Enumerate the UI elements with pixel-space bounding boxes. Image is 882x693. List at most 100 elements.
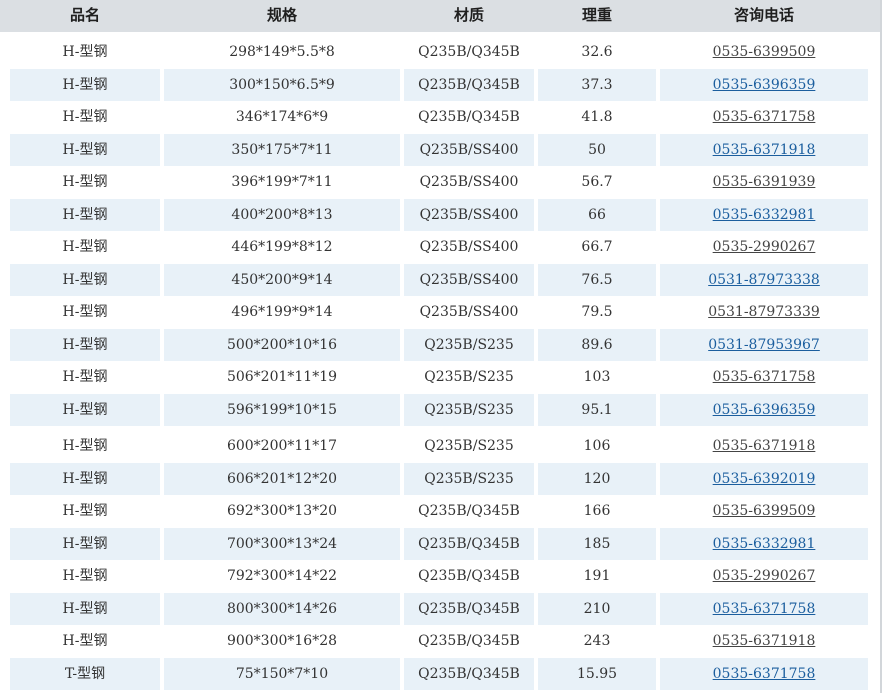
table-row: H-型钢 400*200*8*13 Q235B/SS400 66 0535-633298… xyxy=(0,199,882,231)
cell-material: Q235B/S235 xyxy=(404,329,534,361)
cell-phone: 0531-87953967 xyxy=(660,329,868,361)
phone-link[interactable]: 0535-6371918 xyxy=(713,438,816,454)
table-row: H-型钢 506*201*11*19 Q235B/S235 103 0535-63717… xyxy=(0,361,882,393)
phone-link[interactable]: 0535-6391939 xyxy=(713,174,816,190)
phone-link[interactable]: 0535-6371758 xyxy=(713,369,816,385)
table-row: H-型钢 596*199*10*15 Q235B/S235 95.1 0535-6396… xyxy=(0,394,882,426)
cell-phone: 0535-6371918 xyxy=(660,625,868,657)
cell-spec: 596*199*10*15 xyxy=(164,394,400,426)
cell-phone: 0531-87973338 xyxy=(660,264,868,296)
phone-link[interactable]: 0531-87973339 xyxy=(708,304,820,320)
phone-link[interactable]: 0535-2990267 xyxy=(713,239,816,255)
phone-link[interactable]: 0535-6371758 xyxy=(713,109,816,125)
cell-phone: 0535-6399509 xyxy=(660,495,868,527)
phone-link[interactable]: 0535-6396359 xyxy=(713,77,816,93)
phone-link[interactable]: 0535-6371918 xyxy=(713,142,816,158)
table-row: H-型钢 692*300*13*20 Q235B/Q345B 166 0535-6399… xyxy=(0,495,882,527)
cell-weight: 37.3 xyxy=(538,69,656,101)
cell-phone: 0535-6399509 xyxy=(660,36,868,68)
cell-name: H-型钢 xyxy=(10,199,160,231)
cell-name: H-型钢 xyxy=(10,329,160,361)
phone-link[interactable]: 0535-6392019 xyxy=(713,471,816,487)
cell-name: H-型钢 xyxy=(62,239,108,255)
cell-material: Q235B/Q345B xyxy=(404,593,534,625)
cell-spec: 692*300*13*20 xyxy=(226,503,338,519)
cell-material: Q235B/SS400 xyxy=(419,304,519,320)
header-name: 品名 xyxy=(69,6,100,24)
cell-material: Q235B/Q345B xyxy=(418,633,520,649)
cell-material: Q235B/S235 xyxy=(404,463,534,495)
table-row: H-型钢 350*175*7*11 Q235B/SS400 50 0535-637191… xyxy=(0,134,882,166)
cell-material: Q235B/Q345B xyxy=(418,109,520,125)
cell-phone: 0535-6371758 xyxy=(660,593,868,625)
cell-weight: 76.5 xyxy=(538,264,656,296)
cell-weight: 166 xyxy=(583,503,611,519)
table-row: H-型钢 298*149*5.5*8 Q235B/Q345B 32.6 0535-639… xyxy=(0,36,882,68)
cell-spec: 450*200*9*14 xyxy=(164,264,400,296)
cell-weight: 103 xyxy=(583,369,611,385)
cell-spec: 800*300*14*26 xyxy=(164,593,400,625)
cell-weight: 41.8 xyxy=(581,109,613,125)
cell-phone: 0535-6371758 xyxy=(660,658,868,690)
phone-link[interactable]: 0535-2990267 xyxy=(713,568,816,584)
cell-phone: 0531-87973339 xyxy=(660,296,868,328)
cell-material: Q235B/SS400 xyxy=(404,264,534,296)
phone-link[interactable]: 0531-87973338 xyxy=(708,272,820,288)
cell-name: H-型钢 xyxy=(10,593,160,625)
cell-spec: 300*150*6.5*9 xyxy=(164,69,400,101)
phone-link[interactable]: 0535-6399509 xyxy=(713,503,816,519)
cell-material: Q235B/Q345B xyxy=(418,503,520,519)
cell-spec: 298*149*5.5*8 xyxy=(229,44,335,60)
phone-link[interactable]: 0531-87953967 xyxy=(708,337,820,353)
cell-name: H-型钢 xyxy=(10,134,160,166)
cell-phone: 0535-6392019 xyxy=(660,463,868,495)
phone-link[interactable]: 0535-6371758 xyxy=(713,666,816,682)
cell-name: H-型钢 xyxy=(10,463,160,495)
cell-phone: 0535-6332981 xyxy=(660,199,868,231)
cell-phone: 0535-2990267 xyxy=(660,560,868,592)
cell-spec: 900*300*16*28 xyxy=(226,633,338,649)
header-phone: 咨询电话 xyxy=(733,6,794,24)
cell-name: H-型钢 xyxy=(10,264,160,296)
cell-weight: 66.7 xyxy=(581,239,613,255)
cell-material: Q235B/S235 xyxy=(424,369,514,385)
cell-weight: 243 xyxy=(583,633,611,649)
cell-phone: 0535-6371758 xyxy=(660,101,868,133)
cell-weight: 32.6 xyxy=(581,44,613,60)
header-spec: 规格 xyxy=(266,6,297,24)
cell-material: Q235B/Q345B xyxy=(418,44,520,60)
cell-spec: 346*174*6*9 xyxy=(235,109,329,125)
phone-link[interactable]: 0535-6399509 xyxy=(713,44,816,60)
cell-spec: 700*300*13*24 xyxy=(164,528,400,560)
cell-name: H-型钢 xyxy=(62,568,108,584)
header-weight: 理重 xyxy=(581,6,612,24)
phone-link[interactable]: 0535-6396359 xyxy=(713,402,816,418)
table-row: H-型钢 606*201*12*20 Q235B/S235 120 0535-63920… xyxy=(0,463,882,495)
cell-spec: 606*201*12*20 xyxy=(164,463,400,495)
cell-weight: 56.7 xyxy=(581,174,613,190)
cell-material: Q235B/Q345B xyxy=(404,658,534,690)
table-row: H-型钢 800*300*14*26 Q235B/Q345B 210 0535-6371… xyxy=(0,593,882,625)
cell-material: Q235B/Q345B xyxy=(404,69,534,101)
table-row: H-型钢 700*300*13*24 Q235B/Q345B 185 0535-6332… xyxy=(0,528,882,560)
cell-spec: 446*199*8*12 xyxy=(231,239,333,255)
cell-weight: 191 xyxy=(583,568,611,584)
cell-name: H-型钢 xyxy=(62,174,108,190)
cell-weight: 120 xyxy=(538,463,656,495)
table-row: H-型钢 500*200*10*16 Q235B/S235 89.6 0531-8795… xyxy=(0,329,882,361)
table-row: H-型钢 346*174*6*9 Q235B/Q345B 41.8 0535-63717… xyxy=(0,101,882,133)
cell-phone: 0535-6332981 xyxy=(660,528,868,560)
cell-weight: 185 xyxy=(538,528,656,560)
phone-link[interactable]: 0535-6332981 xyxy=(713,207,816,223)
phone-link[interactable]: 0535-6332981 xyxy=(713,536,816,552)
phone-link[interactable]: 0535-6371758 xyxy=(713,601,816,617)
cell-spec: 496*199*9*14 xyxy=(231,304,333,320)
phone-link[interactable]: 0535-6371918 xyxy=(713,633,816,649)
cell-name: H-型钢 xyxy=(62,503,108,519)
cell-spec: 400*200*8*13 xyxy=(164,199,400,231)
cell-name: H-型钢 xyxy=(62,438,108,454)
cell-name: T-型钢 xyxy=(10,658,160,690)
cell-phone: 0535-6391939 xyxy=(660,166,868,198)
table-row: H-型钢 300*150*6.5*9 Q235B/Q345B 37.3 0535-639… xyxy=(0,69,882,101)
table-header: 品名 规格 材质 理重 咨询电话 xyxy=(0,0,882,32)
